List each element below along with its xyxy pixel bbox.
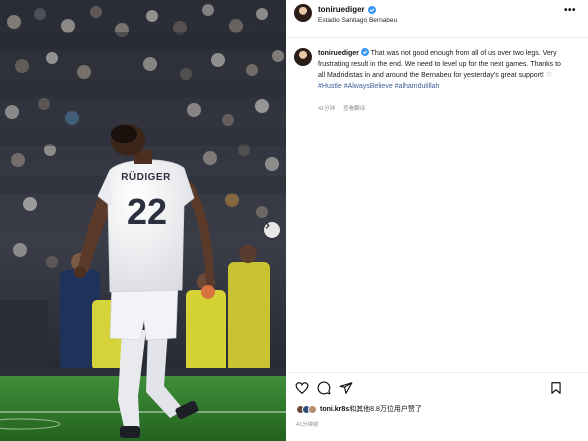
post-panel: toniruediger Estadio Santiago Bernabeu •… [286, 0, 588, 441]
likes-count-text: 和其他8.8万位用户赞了 [349, 406, 422, 413]
jersey-name: RÜDIGER [121, 170, 171, 183]
caption-username[interactable]: toniruediger [318, 50, 359, 57]
more-options-icon[interactable]: ••• [564, 6, 576, 16]
hashtag-alwaysbelieve[interactable]: #AlwaysBelieve [344, 83, 393, 90]
jersey-number: 22 [127, 191, 167, 232]
actions-divider [286, 372, 588, 373]
author-avatar[interactable] [294, 4, 312, 22]
likes-text: toni.kr8s和其他8.8万位用户赞了 [320, 404, 422, 414]
verified-badge-icon [367, 5, 376, 14]
heart-icon[interactable] [294, 380, 310, 396]
see-translation-link[interactable]: 查看翻译 [343, 104, 365, 112]
caption-meta: 41分钟 查看翻译 [318, 104, 365, 112]
hashtag-hustle[interactable]: #Hustle [318, 83, 342, 90]
author-username-row: toniruediger [318, 5, 376, 14]
bookmark-icon[interactable] [548, 380, 564, 396]
post-timestamp: 41分钟前 [296, 422, 319, 428]
paper-plane-icon[interactable] [338, 380, 354, 396]
caption-heart: ♡ [545, 72, 553, 79]
next-photo-button[interactable] [264, 222, 280, 238]
comment-icon[interactable] [316, 380, 332, 396]
player-photo: RÜDIGER 22 [0, 0, 286, 441]
post-actions [286, 380, 588, 398]
liker-avatars [296, 404, 317, 414]
hashtag-alhamdulillah[interactable]: #alhamdulillah [395, 83, 440, 90]
post-location[interactable]: Estadio Santiago Bernabeu [318, 17, 397, 24]
caption: toniruediger That was not good enough fr… [318, 48, 566, 92]
post-header: toniruediger Estadio Santiago Bernabeu •… [286, 0, 588, 38]
author-username[interactable]: toniruediger [318, 5, 365, 14]
post-photo[interactable]: RÜDIGER 22 [0, 0, 286, 441]
likes-row[interactable]: toni.kr8s和其他8.8万位用户赞了 [296, 404, 422, 414]
caption-avatar[interactable] [294, 48, 312, 66]
caption-time: 41分钟 [318, 106, 336, 112]
liker-avatar [308, 404, 317, 414]
caption-verified-badge-icon [360, 48, 369, 56]
likes-username[interactable]: toni.kr8s [320, 406, 349, 413]
